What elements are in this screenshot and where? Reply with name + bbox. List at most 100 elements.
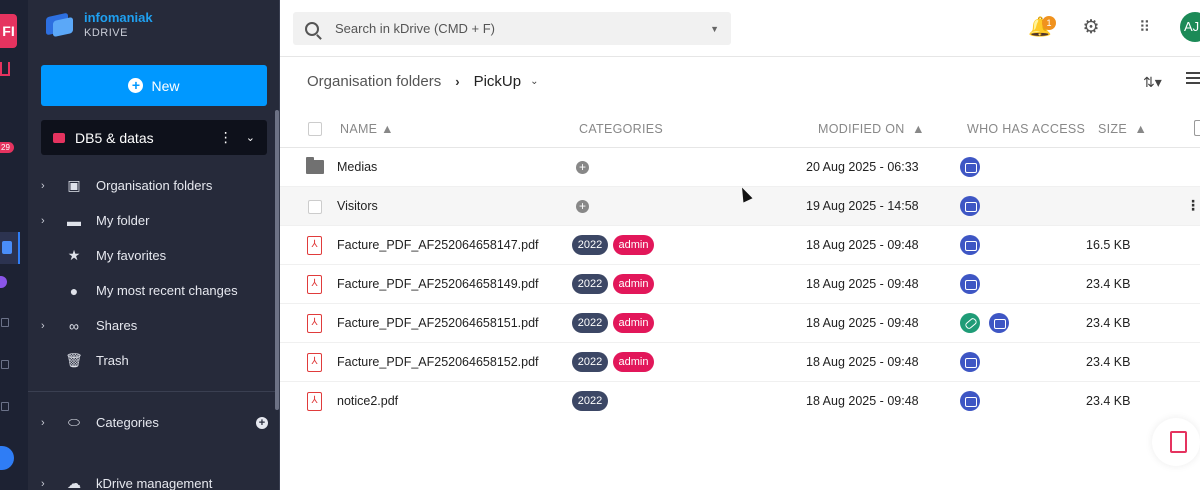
sidebar-item-label: Trash bbox=[96, 353, 129, 368]
category-tag[interactable]: admin bbox=[613, 352, 654, 372]
window-app-icon[interactable] bbox=[1, 402, 9, 411]
sidebar-scrollbar[interactable] bbox=[275, 110, 279, 410]
header-name[interactable]: NAME ▲ bbox=[340, 122, 394, 136]
sort-icon[interactable]: ⇅▾ bbox=[1143, 74, 1162, 91]
header-modified[interactable]: MODIFIED ON ▲ bbox=[818, 122, 925, 136]
mail-badge[interactable]: 29 bbox=[0, 142, 14, 153]
sidebar-item-label: Categories bbox=[96, 415, 159, 430]
folder-icon: ▬ bbox=[67, 212, 81, 229]
file-name[interactable]: Facture_PDF_AF252064658147.pdf bbox=[337, 238, 539, 252]
sidebar-item-label: Shares bbox=[96, 318, 138, 333]
home-icon[interactable] bbox=[0, 62, 10, 76]
modified-date: 18 Aug 2025 - 09:48 bbox=[806, 238, 919, 252]
share-link-icon[interactable] bbox=[960, 313, 980, 333]
table-row[interactable]: ⅄ Facture_PDF_AF252064658147.pdf 2022 ad… bbox=[280, 226, 1200, 265]
sidebar-item-trash[interactable]: 🗑 Trash bbox=[28, 343, 276, 378]
table-row[interactable]: Medias + 20 Aug 2025 - 06:33 bbox=[280, 148, 1200, 187]
header-size[interactable]: SIZE ▲ bbox=[1098, 122, 1147, 136]
sidebar-item-my-folder[interactable]: › ▬ My folder bbox=[28, 203, 276, 238]
sidebar-item-recent-changes[interactable]: ● My most recent changes bbox=[28, 273, 276, 308]
drive-access-icon[interactable] bbox=[960, 196, 980, 216]
device-app-icon[interactable] bbox=[1, 360, 9, 369]
category-tag[interactable]: 2022 bbox=[572, 352, 608, 372]
file-name[interactable]: Medias bbox=[337, 160, 377, 174]
file-name[interactable]: Visitors bbox=[337, 199, 378, 213]
file-name[interactable]: Facture_PDF_AF252064658152.pdf bbox=[337, 355, 539, 369]
drive-access-icon[interactable] bbox=[960, 352, 980, 372]
chevron-right-icon[interactable]: › bbox=[28, 320, 62, 332]
add-category-icon[interactable]: + bbox=[576, 161, 589, 174]
file-size: 16.5 KB bbox=[1086, 238, 1131, 252]
chevron-right-icon[interactable]: › bbox=[28, 417, 62, 429]
breadcrumb-parent[interactable]: Organisation folders bbox=[307, 73, 441, 90]
drive-access-icon[interactable] bbox=[960, 274, 980, 294]
brand-logo[interactable]: infomaniak KDRIVE bbox=[44, 9, 153, 39]
apps-grid-icon[interactable]: ⠿ bbox=[1133, 17, 1155, 39]
drive-access-icon[interactable] bbox=[989, 313, 1009, 333]
sidebar-item-shares[interactable]: › ∞ Shares bbox=[28, 308, 276, 343]
kdrive-logo-icon bbox=[44, 9, 76, 39]
file-size: 23.4 KB bbox=[1086, 355, 1131, 369]
tag-icon: ⬭ bbox=[68, 414, 80, 430]
header-categories[interactable]: CATEGORIES bbox=[579, 122, 663, 136]
pdf-file-icon: ⅄ bbox=[307, 236, 322, 255]
drive-selector[interactable]: DB5 & datas ⋮ ⌄ bbox=[41, 120, 267, 155]
category-tag[interactable]: 2022 bbox=[572, 274, 608, 294]
caret-down-icon[interactable]: ▼ bbox=[710, 24, 719, 34]
chevron-right-icon[interactable]: › bbox=[28, 478, 62, 490]
add-category-icon[interactable]: + bbox=[256, 416, 268, 429]
avatar[interactable]: AJ bbox=[1180, 12, 1200, 42]
purple-app-icon[interactable] bbox=[0, 276, 7, 288]
help-icon[interactable] bbox=[0, 446, 14, 470]
sidebar-item-kdrive-management[interactable]: › ☁ kDrive management bbox=[28, 466, 276, 490]
sidebar-item-categories[interactable]: › ⬭ Categories + bbox=[28, 405, 276, 440]
drive-access-icon[interactable] bbox=[960, 235, 980, 255]
drive-access-icon[interactable] bbox=[960, 391, 980, 411]
drive-name: DB5 & datas bbox=[75, 129, 154, 146]
trash-icon: 🗑 bbox=[65, 352, 83, 368]
grid-app-icon[interactable] bbox=[1, 318, 9, 327]
new-button[interactable]: + New bbox=[41, 65, 267, 106]
select-all-checkbox[interactable] bbox=[308, 122, 322, 136]
chevron-down-icon[interactable]: ⌄ bbox=[246, 131, 255, 144]
category-tag[interactable]: admin bbox=[613, 313, 654, 333]
chevron-right-icon[interactable]: › bbox=[28, 215, 62, 227]
fi-app-icon[interactable]: FI bbox=[0, 14, 17, 48]
chevron-right-icon[interactable]: › bbox=[28, 180, 62, 192]
column-settings-icon[interactable] bbox=[1194, 120, 1200, 136]
row-checkbox[interactable] bbox=[308, 200, 322, 214]
list-view-icon[interactable] bbox=[1186, 72, 1200, 88]
more-options-icon[interactable]: ⋮ bbox=[1186, 197, 1200, 214]
file-name[interactable]: Facture_PDF_AF252064658149.pdf bbox=[337, 277, 539, 291]
category-tag[interactable]: admin bbox=[613, 235, 654, 255]
table-row[interactable]: ⅄ Facture_PDF_AF252064658151.pdf 2022 ad… bbox=[280, 304, 1200, 343]
breadcrumb-current[interactable]: PickUp bbox=[474, 73, 522, 90]
category-tag[interactable]: 2022 bbox=[572, 313, 608, 333]
gear-icon[interactable]: ⚙ bbox=[1080, 17, 1102, 39]
kdrive-app-icon[interactable] bbox=[0, 232, 20, 264]
table-row[interactable]: ⅄ notice2.pdf 2022 18 Aug 2025 - 09:48 2… bbox=[280, 382, 1200, 421]
category-tag[interactable]: 2022 bbox=[572, 235, 608, 255]
category-tag[interactable]: 2022 bbox=[572, 391, 608, 411]
file-size: 23.4 KB bbox=[1086, 277, 1131, 291]
sidebar-item-organisation-folders[interactable]: › ▣ Organisation folders bbox=[28, 168, 276, 203]
pdf-file-icon: ⅄ bbox=[307, 275, 322, 294]
sidebar-item-label: My favorites bbox=[96, 248, 167, 263]
breadcrumb: Organisation folders › PickUp ⌄ bbox=[307, 73, 539, 90]
sidebar-item-my-favorites[interactable]: ★ My favorites bbox=[28, 238, 276, 273]
table-row[interactable]: ⅄ Facture_PDF_AF252064658149.pdf 2022 ad… bbox=[280, 265, 1200, 304]
file-size: 23.4 KB bbox=[1086, 316, 1131, 330]
more-options-icon[interactable]: ⋮ bbox=[218, 129, 234, 146]
add-category-icon[interactable]: + bbox=[576, 200, 589, 213]
search-bar[interactable]: ▼ bbox=[293, 12, 731, 45]
search-input[interactable] bbox=[335, 21, 711, 36]
drive-access-icon[interactable] bbox=[960, 157, 980, 177]
chevron-down-icon[interactable]: ⌄ bbox=[530, 76, 538, 87]
header-access[interactable]: WHO HAS ACCESS bbox=[967, 122, 1085, 136]
file-name[interactable]: notice2.pdf bbox=[337, 394, 398, 408]
plus-icon: + bbox=[128, 78, 144, 93]
guide-book-icon[interactable] bbox=[1152, 418, 1200, 466]
category-tag[interactable]: admin bbox=[613, 274, 654, 294]
table-row[interactable]: ⅄ Facture_PDF_AF252064658152.pdf 2022 ad… bbox=[280, 343, 1200, 382]
file-name[interactable]: Facture_PDF_AF252064658151.pdf bbox=[337, 316, 539, 330]
